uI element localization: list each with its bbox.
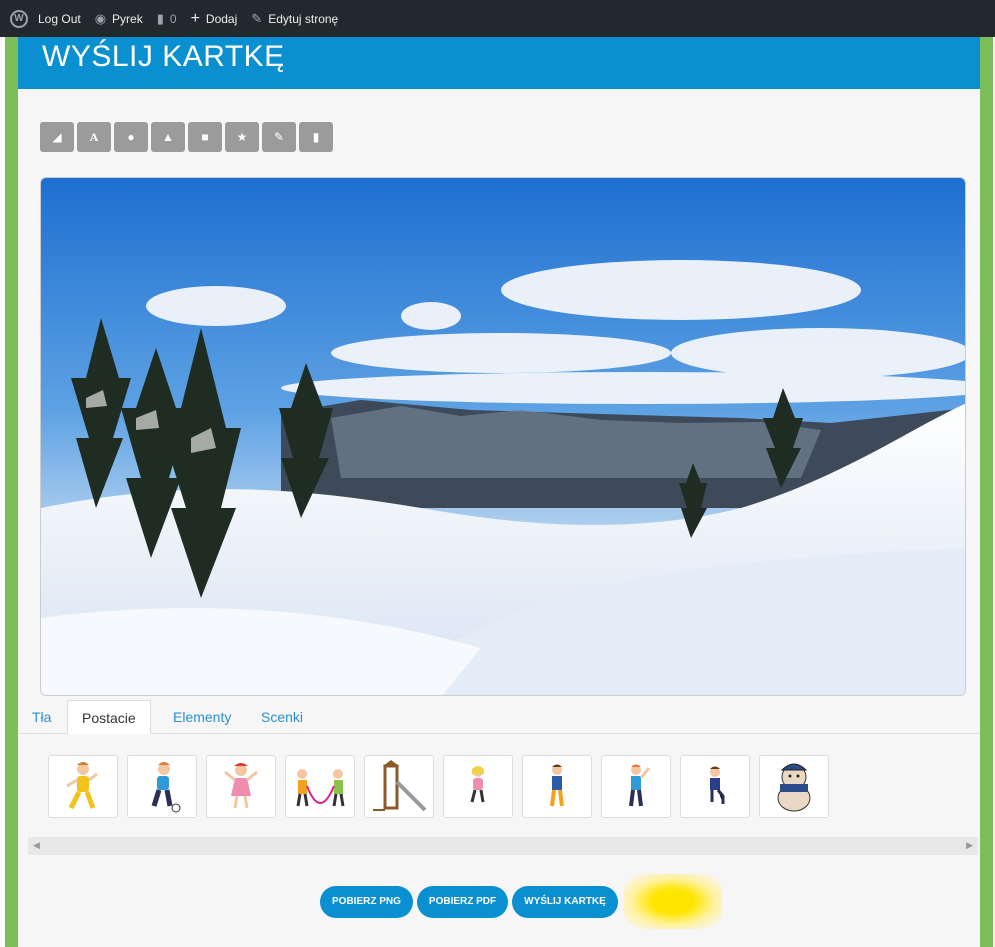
jump-rope-kids-icon: [296, 768, 345, 806]
card-canvas[interactable]: [40, 177, 966, 696]
tab-characters[interactable]: Postacie: [67, 700, 151, 734]
winter-landscape-image: [41, 178, 965, 695]
blurred-highlight: [623, 874, 722, 929]
character-thumb[interactable]: [522, 755, 592, 818]
card-editor-panel: WYŚLIJ KARTKĘ ◢ A ● ▲ ■ ★ ✎ ▮ Tła Postac…: [18, 37, 980, 947]
logout-label: Log Out: [38, 11, 81, 26]
triangle-icon: ▲: [162, 130, 174, 144]
comments-count: 0: [169, 11, 177, 26]
download-png-button[interactable]: POBIERZ PNG: [320, 885, 413, 918]
pencil-icon: ✎: [273, 130, 285, 144]
site-label: Pyrek: [112, 11, 143, 26]
comment-icon: ▮: [156, 10, 164, 26]
plus-icon: +: [190, 9, 200, 27]
pencil-icon: ✎: [251, 10, 263, 26]
asset-tabs: Tła Postacie Elementy Scenki: [18, 696, 980, 734]
square-tool-button[interactable]: ■: [188, 122, 222, 152]
boy-blue-icon: [550, 764, 564, 806]
dashboard-icon: ◉: [94, 10, 107, 26]
action-buttons: POBIERZ PNG POBIERZ PDF WYŚLIJ KARTKĘ: [320, 874, 722, 929]
square-icon: ■: [201, 130, 209, 144]
thumbnails-scrollbar[interactable]: ◀ ▶: [28, 837, 978, 855]
text-icon: A: [89, 129, 99, 144]
send-card-button[interactable]: WYŚLIJ KARTKĘ: [512, 885, 618, 918]
character-thumb[interactable]: [443, 755, 513, 818]
star-icon: ★: [236, 130, 248, 144]
wordpress-logo-icon[interactable]: W: [10, 9, 28, 28]
character-thumb[interactable]: [680, 755, 750, 818]
character-thumb[interactable]: [285, 755, 355, 818]
element-thumb[interactable]: [759, 755, 829, 818]
scroll-left-icon[interactable]: ◀: [33, 840, 40, 851]
character-thumb[interactable]: [601, 755, 671, 818]
trash-icon: ▮: [312, 130, 320, 144]
scroll-right-icon[interactable]: ▶: [966, 840, 973, 851]
boy-waving-icon: [629, 764, 651, 806]
drawing-toolbar: ◢ A ● ▲ ■ ★ ✎ ▮: [40, 122, 333, 152]
dancing-girl-icon: [224, 762, 258, 808]
admin-bar: W Log Out ◉ Pyrek ▮ 0 + Dodaj ✎ Edytuj stron…: [0, 0, 995, 37]
triangle-tool-button[interactable]: ▲: [151, 122, 185, 152]
soccer-boy-icon: [151, 761, 181, 812]
character-thumbnails: [48, 755, 829, 818]
edit-page-link[interactable]: ✎ Edytuj stronę: [251, 11, 338, 27]
boy-sitting-icon: [710, 766, 725, 804]
circle-tool-button[interactable]: ●: [114, 122, 148, 152]
girl-pink-icon: [470, 765, 485, 802]
download-pdf-button[interactable]: POBIERZ PDF: [416, 885, 509, 918]
character-thumb[interactable]: [48, 755, 118, 818]
trash-tool-button[interactable]: ▮: [299, 122, 333, 152]
pencil-tool-button[interactable]: ✎: [262, 122, 296, 152]
circle-icon: ●: [127, 130, 135, 144]
star-tool-button[interactable]: ★: [225, 122, 259, 152]
edit-page-label: Edytuj stronę: [268, 11, 339, 26]
text-tool-button[interactable]: A: [77, 122, 111, 152]
character-thumb[interactable]: [127, 755, 197, 818]
tab-elements[interactable]: Elementy: [159, 700, 245, 734]
comments-link[interactable]: ▮ 0: [157, 11, 177, 27]
tab-backgrounds[interactable]: Tła: [18, 700, 65, 734]
element-thumb[interactable]: [364, 755, 434, 818]
tab-scenes[interactable]: Scenki: [247, 700, 317, 734]
eraser-icon: ◢: [52, 130, 62, 144]
page-title: WYŚLIJ KARTKĘ: [18, 37, 980, 89]
running-boy-icon: [66, 761, 98, 809]
logout-link[interactable]: Log Out: [38, 12, 81, 26]
page-frame: WYŚLIJ KARTKĘ ◢ A ● ▲ ■ ★ ✎ ▮ Tła Postac…: [5, 37, 993, 947]
playground-slide-icon: [373, 759, 427, 811]
eraser-tool-button[interactable]: ◢: [40, 122, 74, 152]
site-link[interactable]: ◉ Pyrek: [95, 11, 143, 27]
add-new-label: Dodaj: [205, 11, 238, 26]
character-thumb[interactable]: [206, 755, 276, 818]
add-new-link[interactable]: + Dodaj: [191, 10, 238, 28]
snowman-icon: [777, 763, 811, 811]
